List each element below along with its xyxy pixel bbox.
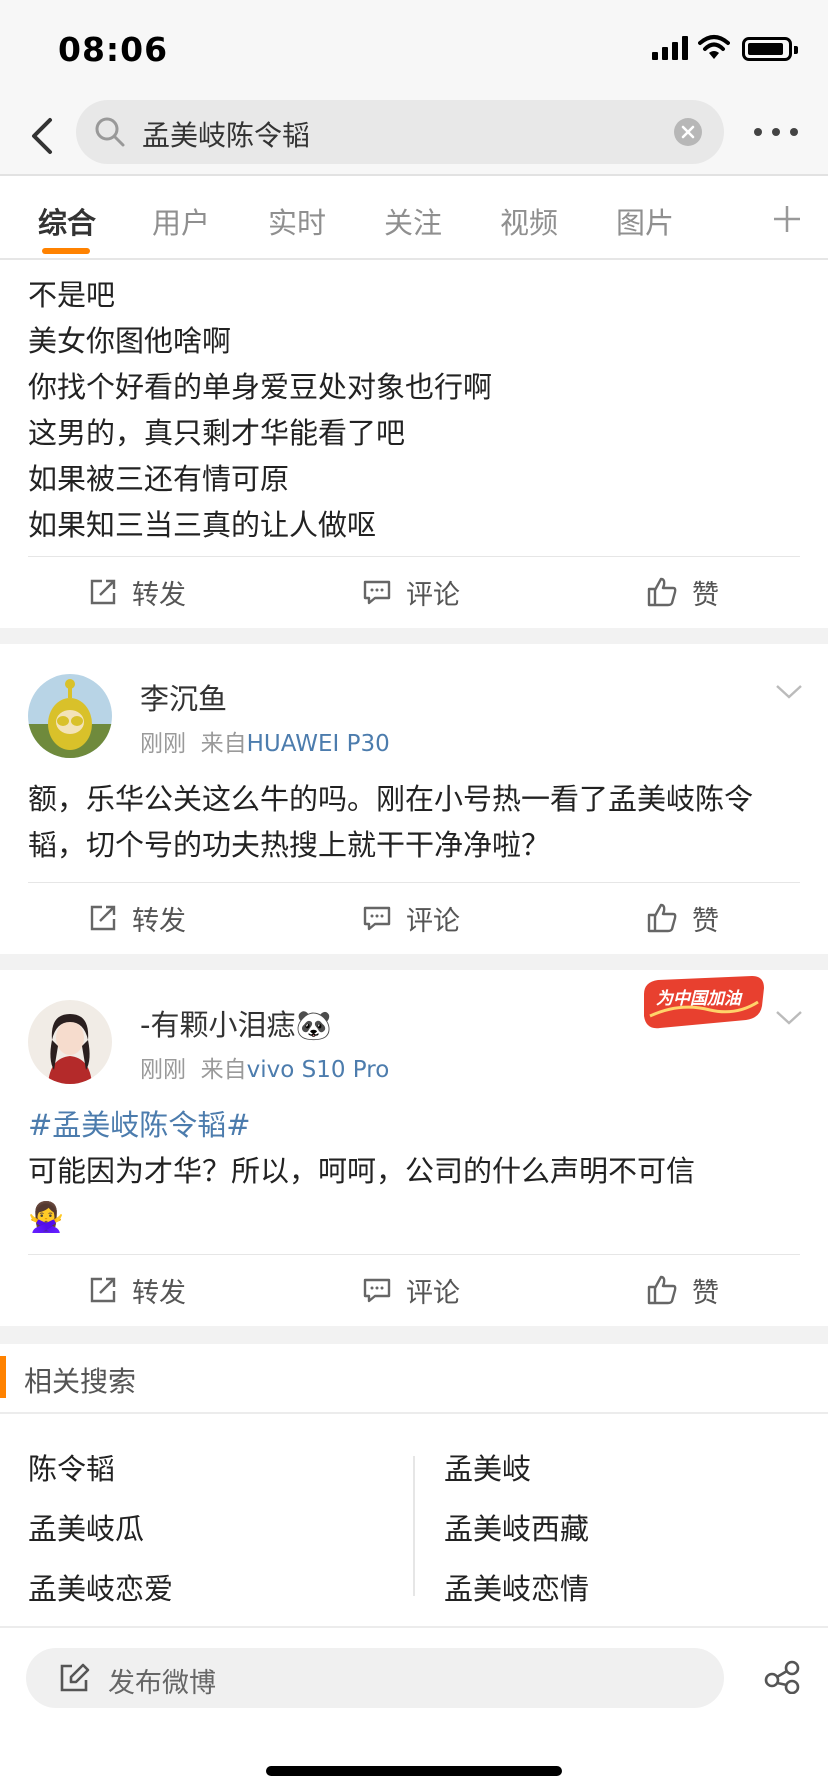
- comment-icon: [363, 906, 391, 931]
- related-search-item[interactable]: 孟美岐: [444, 1446, 531, 1488]
- tab-videos[interactable]: 视频: [500, 200, 558, 242]
- post-text: 可能因为才华？所以，呵呵，公司的什么声明不可信: [28, 1154, 696, 1188]
- avatar[interactable]: [28, 1000, 112, 1084]
- repost-label: 转发: [132, 579, 186, 611]
- like-label: 赞: [692, 1277, 719, 1309]
- related-search-item[interactable]: 孟美岐西藏: [444, 1506, 589, 1548]
- bottom-bar: 发布微博: [0, 1626, 828, 1792]
- more-options-icon[interactable]: [752, 126, 800, 138]
- like-label: 赞: [692, 905, 719, 937]
- repost-icon: [90, 905, 116, 931]
- comment-button[interactable]: 评论: [362, 882, 460, 954]
- chevron-down-icon[interactable]: [775, 1010, 803, 1026]
- comment-icon: [363, 580, 391, 605]
- post-source-prefix: 来自: [200, 1057, 247, 1083]
- post-meta: 刚刚 来自HUAWEI P30: [140, 724, 390, 758]
- post-text-line: 不是吧: [28, 278, 116, 312]
- avatar[interactable]: [28, 674, 112, 758]
- like-button[interactable]: 赞: [646, 1254, 719, 1326]
- compose-post-button[interactable]: 发布微博: [26, 1648, 724, 1708]
- username[interactable]: 李沉鱼: [140, 676, 227, 718]
- tab-following[interactable]: 关注: [384, 200, 442, 242]
- badge-text: 为中国加油: [656, 989, 741, 1009]
- share-icon[interactable]: [764, 1660, 800, 1694]
- battery-icon: [742, 37, 798, 61]
- thumbs-up-icon: [647, 1275, 677, 1305]
- cellular-signal-icon: [652, 36, 688, 60]
- search-input[interactable]: 孟美岐陈令韬: [76, 100, 724, 164]
- section-gap: [0, 628, 828, 644]
- tab-users[interactable]: 用户: [152, 200, 210, 242]
- thumbs-up-icon: [647, 577, 677, 607]
- tab-all[interactable]: 综合: [38, 200, 96, 242]
- post-actions: 转发 评论 赞: [0, 882, 828, 954]
- tab-images[interactable]: 图片: [616, 200, 674, 242]
- back-arrow-icon[interactable]: [22, 112, 66, 160]
- edit-icon: [60, 1663, 90, 1692]
- post-text-line: 你找个好看的单身爱豆处对象也行啊: [28, 370, 493, 404]
- repost-icon: [90, 579, 116, 605]
- post-text-line: 如果知三当三真的让人做呕: [28, 508, 377, 542]
- search-query-text[interactable]: 孟美岐陈令韬: [142, 114, 310, 154]
- post-actions: 转发 评论 赞: [0, 556, 828, 628]
- post-text-line: 这男的，真只剩才华能看了吧: [28, 416, 406, 450]
- emoji: 🙅‍♀️: [28, 1200, 65, 1234]
- repost-icon: [90, 1277, 116, 1303]
- related-search-item[interactable]: 孟美岐瓜: [28, 1506, 144, 1548]
- username[interactable]: -有颗小泪痣🐼: [140, 1002, 332, 1044]
- post-time: 刚刚: [140, 1057, 186, 1083]
- column-divider: [413, 1456, 415, 1596]
- wifi-icon: [698, 35, 730, 59]
- post-text: 额，乐华公关这么牛的吗。刚在小号热一看了孟美岐陈令韬，切个号的功夫热搜上就干干净…: [28, 782, 754, 862]
- repost-button[interactable]: 转发: [88, 882, 186, 954]
- post-time: 刚刚: [140, 731, 186, 757]
- badge-icon: 为中国加油: [640, 972, 768, 1032]
- search-icon: [95, 117, 125, 147]
- related-searches-header: 相关搜索: [0, 1344, 828, 1414]
- repost-button[interactable]: 转发: [88, 1254, 186, 1326]
- post-text-block: #孟美岐陈令韬# 可能因为才华？所以，呵呵，公司的什么声明不可信 🙅‍♀️: [28, 1102, 800, 1240]
- post-text-line: 如果被三还有情可原: [28, 462, 290, 496]
- comment-label: 评论: [406, 579, 460, 611]
- compose-placeholder: 发布微博: [108, 1668, 216, 1699]
- post-device[interactable]: vivo S10 Pro: [247, 1057, 390, 1083]
- add-tab-icon[interactable]: [772, 204, 802, 234]
- thumbs-up-icon: [647, 903, 677, 933]
- tab-bar: 综合 用户 实时 关注 视频 图片: [0, 176, 828, 260]
- like-button[interactable]: 赞: [646, 882, 719, 954]
- status-bar: 08:06: [0, 0, 828, 96]
- comment-label: 评论: [406, 905, 460, 937]
- repost-button[interactable]: 转发: [88, 556, 186, 628]
- clear-search-button[interactable]: [674, 118, 702, 146]
- post-device[interactable]: HUAWEI P30: [247, 731, 390, 757]
- comment-button[interactable]: 评论: [362, 1254, 460, 1326]
- section-gap: [0, 1326, 828, 1344]
- close-icon: [681, 125, 695, 139]
- comment-icon: [363, 1278, 391, 1303]
- section-gap: [0, 954, 828, 970]
- post-meta: 刚刚 来自vivo S10 Pro: [140, 1050, 389, 1084]
- status-time: 08:06: [58, 30, 169, 69]
- post-source-prefix: 来自: [200, 731, 247, 757]
- related-search-item[interactable]: 孟美岐恋情: [444, 1566, 589, 1608]
- search-header: 孟美岐陈令韬: [0, 96, 828, 176]
- related-search-item[interactable]: 孟美岐恋爱: [28, 1566, 173, 1608]
- hashtag-link[interactable]: #孟美岐陈令韬#: [28, 1102, 800, 1148]
- related-search-item[interactable]: 陈令韬: [28, 1446, 115, 1488]
- home-indicator[interactable]: [266, 1766, 562, 1776]
- comment-label: 评论: [406, 1277, 460, 1309]
- comment-button[interactable]: 评论: [362, 556, 460, 628]
- active-tab-indicator: [42, 248, 90, 254]
- post-text-line: 美女你图他啥啊: [28, 324, 232, 358]
- tab-realtime[interactable]: 实时: [268, 200, 326, 242]
- chevron-down-icon[interactable]: [775, 684, 803, 700]
- related-searches-title: 相关搜索: [24, 1365, 137, 1398]
- section-accent-bar: [0, 1356, 6, 1398]
- like-button[interactable]: 赞: [646, 556, 719, 628]
- like-label: 赞: [692, 579, 719, 611]
- repost-label: 转发: [132, 1277, 186, 1309]
- post-actions: 转发 评论 赞: [0, 1254, 828, 1326]
- repost-label: 转发: [132, 905, 186, 937]
